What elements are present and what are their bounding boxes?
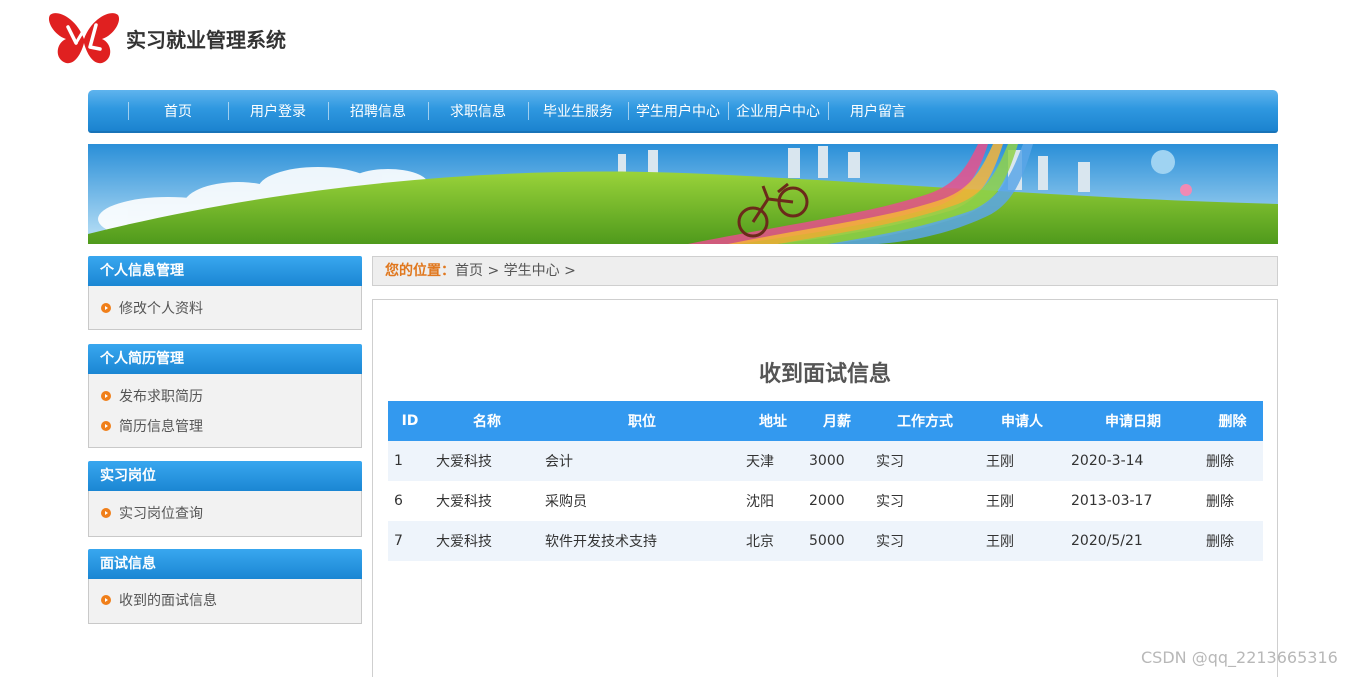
cell-salary: 5000 <box>809 533 845 549</box>
cell-apply-date: 2020/5/21 <box>1071 533 1143 549</box>
sidebar-section-title: 个人简历管理 <box>88 344 362 374</box>
bullet-arrow-icon <box>101 391 111 401</box>
bullet-arrow-icon <box>101 508 111 518</box>
cell-work-type: 实习 <box>876 534 904 550</box>
column-header-work-type: 工作方式 <box>897 414 953 430</box>
cell-address: 天津 <box>746 454 774 470</box>
cell-address: 北京 <box>746 534 774 550</box>
cell-salary: 3000 <box>809 453 845 469</box>
nav-item-company-center[interactable]: 企业用户中心 <box>728 90 828 131</box>
bullet-arrow-icon <box>101 421 111 431</box>
table-row: 7 大爱科技 软件开发技术支持 北京 5000 实习 王刚 2020/5/21 … <box>388 521 1263 561</box>
sidebar-section-internship: 实习岗位 实习岗位查询 <box>88 461 362 537</box>
page-title: 收到面试信息 <box>758 362 891 387</box>
table-row: 1 大爱科技 会计 天津 3000 实习 王刚 2020-3-14 删除 <box>388 441 1263 481</box>
nav-item-recruitment[interactable]: 招聘信息 <box>328 90 428 131</box>
cell-id: 6 <box>394 493 403 509</box>
sidebar-item-internship-search[interactable]: 实习岗位查询 <box>101 498 361 528</box>
column-header-name: 名称 <box>473 414 501 430</box>
cell-id: 1 <box>394 453 403 469</box>
main-panel: 收到面试信息 ID 名称 职位 地址 月薪 工作方式 申请人 申请日期 删除 1… <box>372 299 1278 677</box>
cell-applicant: 王刚 <box>986 534 1014 550</box>
cell-applicant: 王刚 <box>986 494 1014 510</box>
column-header-id: ID <box>401 413 419 429</box>
sidebar-item-label: 实习岗位查询 <box>119 506 203 522</box>
cell-position: 会计 <box>545 454 573 470</box>
column-header-apply-date: 申请日期 <box>1105 414 1161 430</box>
column-header-address: 地址 <box>759 414 787 430</box>
sidebar-item-label: 收到的面试信息 <box>119 593 217 609</box>
column-header-salary: 月薪 <box>823 414 851 430</box>
cell-id: 7 <box>394 533 403 549</box>
nav-item-job-seeking[interactable]: 求职信息 <box>428 90 528 131</box>
cell-name: 大爱科技 <box>436 454 492 470</box>
bullet-arrow-icon <box>101 303 111 313</box>
delete-link[interactable]: 删除 <box>1202 521 1263 561</box>
nav-item-home[interactable]: 首页 <box>128 90 228 131</box>
site-title: 实习就业管理系统 <box>126 27 286 52</box>
delete-link[interactable]: 删除 <box>1202 481 1263 521</box>
sidebar-section-title: 面试信息 <box>88 549 362 579</box>
table-row: 6 大爱科技 采购员 沈阳 2000 实习 王刚 2013-03-17 删除 <box>388 481 1263 521</box>
sidebar-section-title: 个人信息管理 <box>88 256 362 286</box>
breadcrumb-path[interactable]: 首页 > 学生中心 > <box>455 263 576 279</box>
breadcrumb: 您的位置：首页 > 学生中心 > <box>372 256 1278 286</box>
nav-item-messages[interactable]: 用户留言 <box>828 90 928 131</box>
nav-item-login[interactable]: 用户登录 <box>228 90 328 131</box>
interview-table: ID 名称 职位 地址 月薪 工作方式 申请人 申请日期 删除 1 大爱科技 会… <box>388 401 1263 561</box>
sidebar-item-label: 修改个人资料 <box>119 301 203 317</box>
cell-position: 采购员 <box>545 494 587 510</box>
cell-salary: 2000 <box>809 493 845 509</box>
column-header-delete: 删除 <box>1218 414 1247 430</box>
sidebar-item-manage-resume[interactable]: 简历信息管理 <box>101 411 361 441</box>
column-header-applicant: 申请人 <box>1001 414 1043 430</box>
cell-apply-date: 2020-3-14 <box>1071 453 1144 469</box>
csdn-watermark: CSDN @qq_2213665316 <box>1141 648 1338 667</box>
nav-item-graduate-service[interactable]: 毕业生服务 <box>528 90 628 131</box>
bullet-arrow-icon <box>101 595 111 605</box>
banner-illustration <box>88 144 1278 244</box>
delete-link[interactable]: 删除 <box>1202 441 1263 481</box>
sidebar-item-post-resume[interactable]: 发布求职简历 <box>101 381 361 411</box>
cell-position: 软件开发技术支持 <box>545 534 657 550</box>
banner-image <box>88 144 1278 244</box>
sidebar-section-interview: 面试信息 收到的面试信息 <box>88 549 362 624</box>
butterfly-logo-icon <box>48 13 120 64</box>
sidebar-item-edit-profile[interactable]: 修改个人资料 <box>101 293 361 323</box>
cell-work-type: 实习 <box>876 494 904 510</box>
cell-apply-date: 2013-03-17 <box>1071 493 1153 509</box>
sidebar-section-resume: 个人简历管理 发布求职简历 简历信息管理 <box>88 344 362 448</box>
cell-applicant: 王刚 <box>986 454 1014 470</box>
sidebar-section-personal-info: 个人信息管理 修改个人资料 <box>88 256 362 330</box>
sidebar-item-received-interviews[interactable]: 收到的面试信息 <box>101 585 361 615</box>
sidebar-item-label: 发布求职简历 <box>119 389 203 405</box>
nav-item-student-center[interactable]: 学生用户中心 <box>628 90 728 131</box>
cell-name: 大爱科技 <box>436 534 492 550</box>
sidebar-section-title: 实习岗位 <box>88 461 362 491</box>
main-nav: 首页 用户登录 招聘信息 求职信息 毕业生服务 学生用户中心 企业用户中心 用户… <box>88 90 1278 133</box>
cell-address: 沈阳 <box>746 494 774 510</box>
cell-work-type: 实习 <box>876 454 904 470</box>
breadcrumb-label: 您的位置： <box>385 263 455 279</box>
sidebar-item-label: 简历信息管理 <box>119 419 203 435</box>
table-header-row: ID 名称 职位 地址 月薪 工作方式 申请人 申请日期 删除 <box>388 401 1263 441</box>
site-header: 实习就业管理系统 <box>46 8 286 68</box>
cell-name: 大爱科技 <box>436 494 492 510</box>
column-header-position: 职位 <box>628 414 656 430</box>
